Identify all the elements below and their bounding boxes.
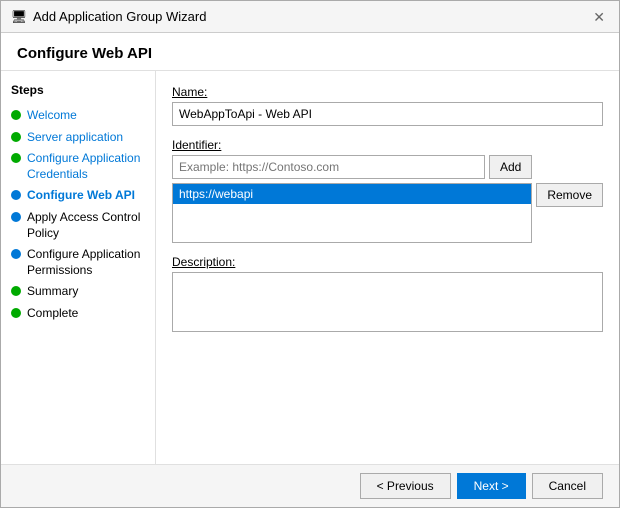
identifier-list-item[interactable]: https://webapi (173, 184, 531, 204)
description-input[interactable] (172, 272, 603, 332)
page-title: Configure Web API (17, 45, 603, 62)
dialog-footer: < Previous Next > Cancel (1, 464, 619, 507)
description-field-group: Description: (172, 255, 603, 335)
identifier-section: Identifier: Add https://webapi Remove (172, 138, 603, 243)
step-dot-welcome (11, 110, 21, 120)
step-label-configure-app-permissions: Configure Application Permissions (27, 247, 145, 278)
description-label-text: Description: (172, 255, 235, 269)
step-item-summary: Summary (11, 281, 145, 303)
title-bar-left: 🖥 Add Application Group Wizard (11, 9, 206, 25)
dialog-window: 🖥 Add Application Group Wizard ✕ Configu… (0, 0, 620, 508)
close-button[interactable]: ✕ (589, 10, 609, 24)
dialog-header: Configure Web API (1, 33, 619, 71)
step-label-configure-web-api: Configure Web API (27, 188, 135, 204)
identifier-with-remove: Add https://webapi Remove (172, 155, 603, 243)
dialog-icon: 🖥 (11, 9, 27, 25)
step-dot-server-application (11, 132, 21, 142)
previous-button[interactable]: < Previous (360, 473, 451, 499)
add-button[interactable]: Add (489, 155, 532, 179)
identifier-input[interactable] (172, 155, 485, 179)
remove-button[interactable]: Remove (536, 183, 603, 207)
step-item-server-application: Server application (11, 127, 145, 149)
step-dot-summary (11, 286, 21, 296)
step-item-complete: Complete (11, 303, 145, 325)
step-item-configure-app-credentials: Configure Application Credentials (11, 148, 145, 185)
identifier-list-wrapper: Add https://webapi (172, 155, 532, 243)
step-dot-configure-app-credentials (11, 153, 21, 163)
dialog-title: Add Application Group Wizard (33, 9, 206, 24)
step-dot-configure-app-permissions (11, 249, 21, 259)
identifier-input-row: Add (172, 155, 532, 179)
step-label-welcome: Welcome (27, 108, 77, 124)
step-item-configure-web-api: Configure Web API (11, 185, 145, 207)
dialog-body: Steps Welcome Server application Configu… (1, 71, 619, 464)
cancel-button[interactable]: Cancel (532, 473, 603, 499)
description-label: Description: (172, 255, 603, 269)
name-label: Name: (172, 85, 603, 99)
step-item-apply-access-control: Apply Access Control Policy (11, 207, 145, 244)
name-field-group: Name: (172, 85, 603, 126)
step-dot-apply-access-control (11, 212, 21, 222)
identifier-list: https://webapi (172, 183, 532, 243)
title-bar: 🖥 Add Application Group Wizard ✕ (1, 1, 619, 33)
identifier-label-text: Identifier: (172, 138, 221, 152)
name-input[interactable] (172, 102, 603, 126)
step-label-configure-app-credentials: Configure Application Credentials (27, 151, 145, 182)
identifier-label: Identifier: (172, 138, 603, 152)
step-label-summary: Summary (27, 284, 78, 300)
step-label-server-application: Server application (27, 130, 123, 146)
step-label-apply-access-control: Apply Access Control Policy (27, 210, 145, 241)
steps-label: Steps (11, 83, 145, 97)
step-item-configure-app-permissions: Configure Application Permissions (11, 244, 145, 281)
step-item-welcome: Welcome (11, 105, 145, 127)
step-dot-complete (11, 308, 21, 318)
next-button[interactable]: Next > (457, 473, 526, 499)
steps-panel: Steps Welcome Server application Configu… (1, 71, 156, 464)
name-label-text: Name: (172, 85, 207, 99)
main-panel: Name: Identifier: Add https:// (156, 71, 619, 464)
step-dot-configure-web-api (11, 190, 21, 200)
step-label-complete: Complete (27, 306, 78, 322)
